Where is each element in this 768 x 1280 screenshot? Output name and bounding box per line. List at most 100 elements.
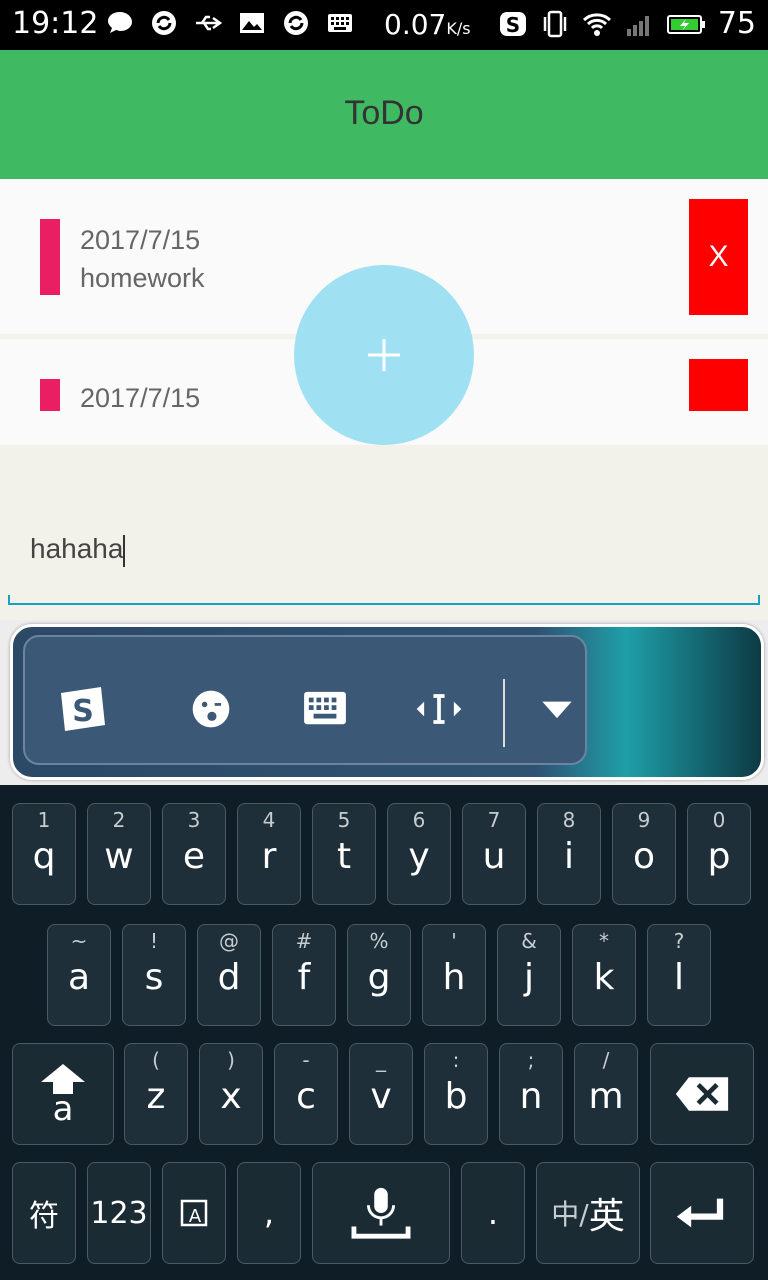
key-secondary-label: ~: [70, 929, 88, 953]
key-label: k: [593, 957, 615, 998]
lang-en-label: 英: [588, 1196, 625, 1237]
keyboard-icon[interactable]: [297, 685, 353, 733]
language-switch-key[interactable]: 中/英: [536, 1162, 640, 1264]
key-i[interactable]: 8i: [537, 803, 601, 905]
input-underline: [8, 595, 760, 605]
key-u[interactable]: 7u: [462, 803, 526, 905]
key-label: o: [632, 836, 656, 877]
todo-date: 2017/7/15: [80, 225, 201, 255]
chevron-down-icon[interactable]: [529, 685, 585, 733]
svg-text:S: S: [506, 13, 520, 37]
keyboard-icon: [325, 8, 355, 38]
cursor-icon[interactable]: [411, 685, 467, 733]
period-key[interactable]: .: [461, 1162, 525, 1264]
enter-icon: [676, 1198, 724, 1228]
sogou-icon: S: [498, 9, 528, 39]
todo-input-area: hahaha: [0, 445, 768, 620]
key-o[interactable]: 9o: [612, 803, 676, 905]
vibrate-icon: [540, 9, 570, 39]
key-n[interactable]: ; n: [499, 1043, 563, 1145]
status-bar: 19:12 0.07K/s S 75: [0, 0, 768, 50]
key-secondary-label: 5: [337, 808, 351, 832]
status-icons-left: [105, 8, 355, 38]
numbers-key[interactable]: 123: [87, 1162, 151, 1264]
sync-icon: [281, 8, 311, 38]
key-secondary-label: 2: [112, 808, 126, 832]
key-label: e: [182, 836, 206, 877]
delete-button[interactable]: X: [689, 199, 748, 315]
key-secondary-label: 6: [412, 808, 426, 832]
message-icon: [105, 8, 135, 38]
key-j[interactable]: & j: [497, 924, 561, 1026]
backspace-key[interactable]: [650, 1043, 754, 1145]
key-secondary-label: ': [451, 929, 457, 953]
key-a[interactable]: ~ a: [47, 924, 111, 1026]
symbols-label: 符: [29, 1199, 59, 1234]
key-t[interactable]: 5t: [312, 803, 376, 905]
key-label: j: [523, 957, 534, 998]
key-h[interactable]: ' h: [422, 924, 486, 1026]
shift-key[interactable]: a: [12, 1043, 114, 1145]
key-x[interactable]: ) x: [199, 1043, 263, 1145]
key-k[interactable]: * k: [572, 924, 636, 1026]
text-edit-key[interactable]: A: [162, 1162, 226, 1264]
key-label: p: [707, 836, 731, 877]
delete-button[interactable]: [689, 359, 748, 411]
emoji-icon[interactable]: [183, 685, 239, 733]
todo-input[interactable]: hahaha: [30, 533, 126, 567]
period-label: .: [487, 1194, 499, 1232]
image-icon: [237, 8, 267, 38]
enter-key[interactable]: [650, 1162, 754, 1264]
key-p[interactable]: 0p: [687, 803, 751, 905]
priority-indicator: [40, 219, 60, 295]
text-cursor: [123, 534, 126, 567]
key-secondary-label: 3: [187, 808, 201, 832]
numbers-label: 123: [90, 1195, 148, 1231]
key-z[interactable]: (z: [124, 1043, 188, 1145]
key-l[interactable]: ? l: [647, 924, 711, 1026]
key-secondary-label: 1: [37, 808, 51, 832]
key-c[interactable]: -c: [274, 1043, 338, 1145]
todo-date: 2017/7/15: [80, 383, 201, 413]
comma-key[interactable]: ,: [237, 1162, 301, 1264]
key-q[interactable]: 1q: [12, 803, 76, 905]
key-d[interactable]: @ d: [197, 924, 261, 1026]
status-time: 19:12: [12, 6, 99, 41]
key-secondary-label: &: [521, 929, 537, 953]
key-secondary-label: ?: [673, 929, 685, 953]
key-label: t: [336, 836, 352, 877]
toolbar-divider: [503, 679, 505, 747]
comma-label: ,: [263, 1194, 275, 1232]
key-secondary-label: 9: [637, 808, 651, 832]
sogou-logo-icon[interactable]: S: [53, 685, 109, 733]
key-secondary-label: 0: [712, 808, 726, 832]
key-secondary-label: :: [452, 1048, 460, 1072]
key-g[interactable]: % g: [347, 924, 411, 1026]
key-s[interactable]: ! s: [122, 924, 186, 1026]
key-v[interactable]: _ v: [349, 1043, 413, 1145]
app-bar: ToDo: [0, 50, 768, 179]
key-secondary-label: ;: [527, 1048, 535, 1072]
key-b[interactable]: :b: [424, 1043, 488, 1145]
space-voice-key[interactable]: [312, 1162, 450, 1264]
plus-icon: [368, 339, 400, 371]
add-todo-button[interactable]: [294, 265, 474, 445]
symbols-key[interactable]: 符: [12, 1162, 76, 1264]
key-r[interactable]: 4r: [237, 803, 301, 905]
key-m[interactable]: / m: [574, 1043, 638, 1145]
battery-percent: 75: [717, 6, 756, 41]
keyboard-toolbar: S: [0, 620, 768, 785]
key-y[interactable]: 6y: [387, 803, 451, 905]
key-f[interactable]: # f: [272, 924, 336, 1026]
key-label: c: [296, 1076, 316, 1117]
key-e[interactable]: 3e: [162, 803, 226, 905]
usb-icon: [193, 8, 223, 38]
key-label: x: [220, 1076, 242, 1117]
key-label: z: [146, 1076, 166, 1117]
backspace-icon: [675, 1077, 729, 1111]
key-label: q: [32, 836, 56, 877]
key-secondary-label: %: [369, 929, 389, 953]
signal-icon: [624, 9, 654, 39]
key-w[interactable]: 2w: [87, 803, 151, 905]
svg-text:A: A: [189, 1206, 202, 1227]
